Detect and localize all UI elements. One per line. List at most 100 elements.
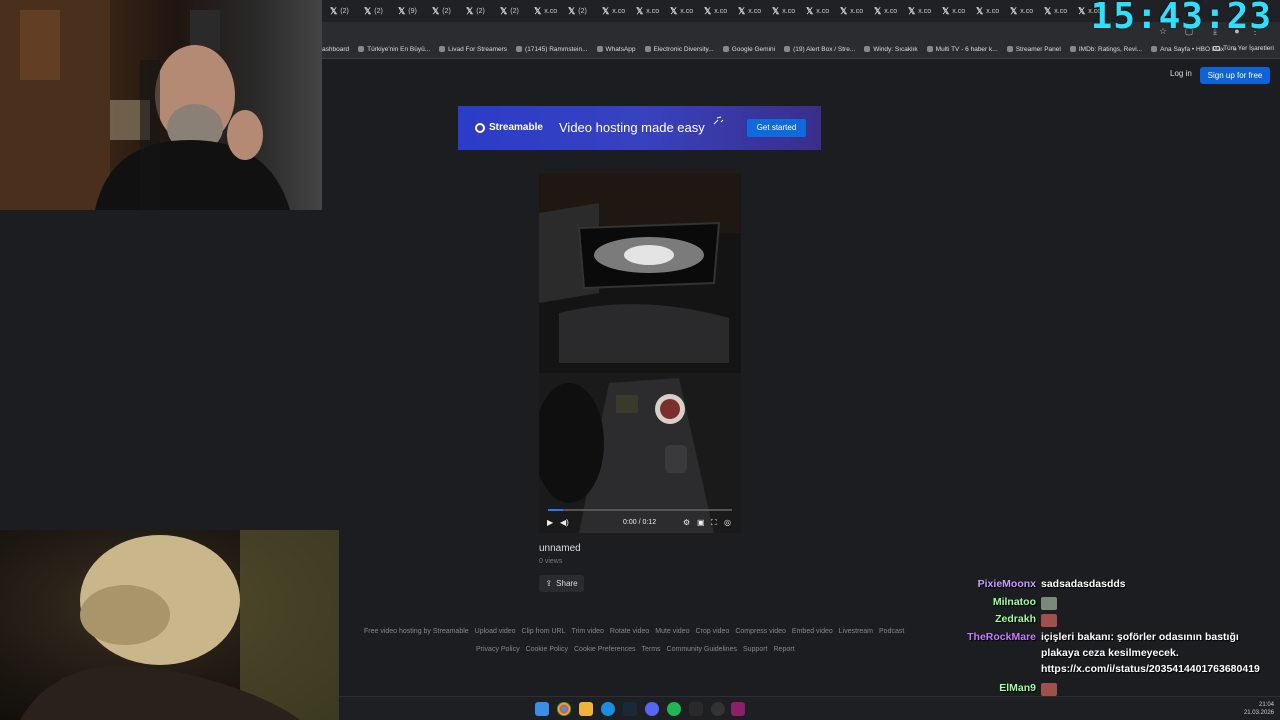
streamable-logo-text: Streamable: [489, 122, 543, 133]
play-icon[interactable]: ▶: [547, 518, 553, 527]
browser-tab-label: x.co: [544, 7, 558, 15]
browser-tab[interactable]: 𝕏 (9): [390, 0, 424, 22]
browser-tab[interactable]: 𝕏x.co: [968, 0, 1002, 22]
browser-tab[interactable]: 𝕏 (2): [492, 0, 526, 22]
chat-text: içişleri bakanı: şoförler odasının bastı…: [1041, 631, 1239, 643]
signup-button[interactable]: Sign up for free: [1200, 67, 1270, 84]
footer-link[interactable]: Terms: [641, 646, 660, 653]
epic-games-icon[interactable]: [689, 702, 703, 716]
footer-link[interactable]: Compress video: [735, 628, 786, 635]
footer-link[interactable]: Livestream: [839, 628, 873, 635]
browser-tab[interactable]: 𝕏 (2): [356, 0, 390, 22]
chat-username: TheRockMare: [967, 631, 1036, 643]
bookmark-item[interactable]: Multi TV - 6 haber k...: [926, 46, 998, 53]
bookmarks-bar: ashboard Türkiye'nin En Büyü... Livad For …: [322, 40, 1280, 59]
browser-tab-label: (2): [510, 7, 519, 15]
browser-tab[interactable]: 𝕏x.co: [628, 0, 662, 22]
footer-link[interactable]: Support: [743, 646, 768, 653]
bookmark-item[interactable]: Google Gemini: [722, 46, 775, 53]
bookmark-item[interactable]: Windy: Sıcaklık: [864, 46, 918, 53]
footer-link[interactable]: Upload video: [475, 628, 516, 635]
next-app-icon[interactable]: [731, 702, 745, 716]
x-logo-icon: 𝕏: [1010, 5, 1018, 16]
share-button[interactable]: ⇪ Share: [539, 575, 584, 592]
discord-icon[interactable]: [645, 702, 659, 716]
system-tray[interactable]: 21:04 21.03.2026: [1244, 701, 1274, 717]
bookmark-item[interactable]: Streamer Panel: [1006, 46, 1061, 53]
footer-link[interactable]: Mute video: [655, 628, 689, 635]
app-icon[interactable]: [711, 702, 725, 716]
browser-tab[interactable]: 𝕏 (2): [560, 0, 594, 22]
browser-tab[interactable]: 𝕏x.co: [696, 0, 730, 22]
login-link[interactable]: Log in: [1170, 69, 1192, 78]
bookmark-item[interactable]: (19) Alert Box / Stre...: [784, 46, 855, 53]
bookmark-item[interactable]: WhatsApp: [596, 46, 636, 53]
steam-icon[interactable]: [623, 702, 637, 716]
footer-link[interactable]: Cookie Preferences: [574, 646, 635, 653]
footer-link[interactable]: Report: [774, 646, 795, 653]
webcam-streamer: [0, 0, 322, 210]
all-bookmarks[interactable]: Tüm Yer İşaretleri: [1213, 45, 1274, 52]
chat-message: Milnatoo: [900, 596, 1036, 610]
footer-link[interactable]: Clip from URL: [522, 628, 566, 635]
video-title: unnamed: [539, 543, 581, 554]
share-label: Share: [556, 579, 578, 588]
video-frame: [539, 173, 741, 533]
browser-tab-label: x.co: [850, 7, 864, 15]
footer-link[interactable]: Cookie Policy: [526, 646, 568, 653]
pip-icon[interactable]: ▣: [697, 518, 705, 527]
bookmark-favicon-icon: [596, 46, 603, 52]
browser-tab[interactable]: 𝕏x.co: [526, 0, 560, 22]
edge-icon[interactable]: [601, 702, 615, 716]
folder-icon: [1213, 46, 1221, 51]
chrome-icon[interactable]: [557, 702, 571, 716]
footer-link[interactable]: Rotate video: [610, 628, 649, 635]
footer-link[interactable]: Embed video: [792, 628, 833, 635]
footer-link[interactable]: Community Guidelines: [667, 646, 737, 653]
browser-tab[interactable]: 𝕏x.co: [900, 0, 934, 22]
bookmark-item[interactable]: IMDb: Ratings, Revi...: [1069, 46, 1142, 53]
browser-tab[interactable]: 𝕏 (2): [424, 0, 458, 22]
bookmark-item[interactable]: Livad For Streamers: [439, 46, 507, 53]
browser-tab[interactable]: 𝕏x.co: [730, 0, 764, 22]
browser-tab[interactable]: 𝕏x.co: [832, 0, 866, 22]
browser-tab-label: (2): [476, 7, 485, 15]
browser-tab[interactable]: 𝕏x.co: [934, 0, 968, 22]
footer-link[interactable]: Privacy Policy: [476, 646, 520, 653]
bookmark-item[interactable]: Türkiye'nin En Büyü...: [358, 46, 430, 53]
browser-tab[interactable]: 𝕏 (2): [322, 0, 356, 22]
video-player[interactable]: ▶ ◀) 0:00 / 0:12 ⚙ ▣ ⛶ ◎: [539, 173, 741, 533]
chat-message: TheRockMare: [900, 631, 1036, 645]
fullscreen-icon[interactable]: ⛶: [711, 518, 717, 528]
browser-tab[interactable]: 𝕏x.co: [662, 0, 696, 22]
browser-tab[interactable]: 𝕏x.co: [1002, 0, 1036, 22]
footer-link[interactable]: Crop video: [695, 628, 729, 635]
bookmark-item[interactable]: (17145) Rammstein...: [516, 46, 588, 53]
x-logo-icon: 𝕏: [1044, 5, 1052, 16]
start-icon[interactable]: [535, 702, 549, 716]
browser-tab-label: (2): [578, 7, 587, 15]
browser-tab[interactable]: 𝕏x.co: [594, 0, 628, 22]
footer-links-primary: Free video hosting by Streamable Upload v…: [364, 628, 904, 635]
bookmark-item[interactable]: Electronic Diversity...: [644, 46, 714, 53]
get-started-button[interactable]: Get started: [747, 119, 806, 137]
settings-icon[interactable]: ⚙: [683, 518, 690, 527]
footer-link[interactable]: Trim video: [572, 628, 604, 635]
browser-tab[interactable]: 𝕏x.co: [1036, 0, 1070, 22]
promo-banner[interactable]: Streamable Video hosting made easy Get s…: [458, 106, 821, 150]
browser-tab[interactable]: 𝕏x.co: [764, 0, 798, 22]
chat-username: Milnatoo: [992, 596, 1036, 608]
bookmark-item[interactable]: ashboard: [322, 46, 349, 53]
browser-tab[interactable]: 𝕏x.co: [866, 0, 900, 22]
volume-icon[interactable]: ◀): [560, 518, 569, 527]
video-progress-bar[interactable]: [548, 509, 732, 511]
browser-tab[interactable]: 𝕏 (2): [458, 0, 492, 22]
spotify-icon[interactable]: [667, 702, 681, 716]
browser-tab[interactable]: 𝕏x.co: [798, 0, 832, 22]
streamable-mini-icon[interactable]: ◎: [724, 518, 731, 527]
footer-link[interactable]: Free video hosting by Streamable: [364, 628, 469, 635]
browser-tab-label: x.co: [816, 7, 830, 15]
file-explorer-icon[interactable]: [579, 702, 593, 716]
bookmark-favicon-icon: [926, 46, 933, 52]
x-logo-icon: 𝕏: [942, 5, 950, 16]
